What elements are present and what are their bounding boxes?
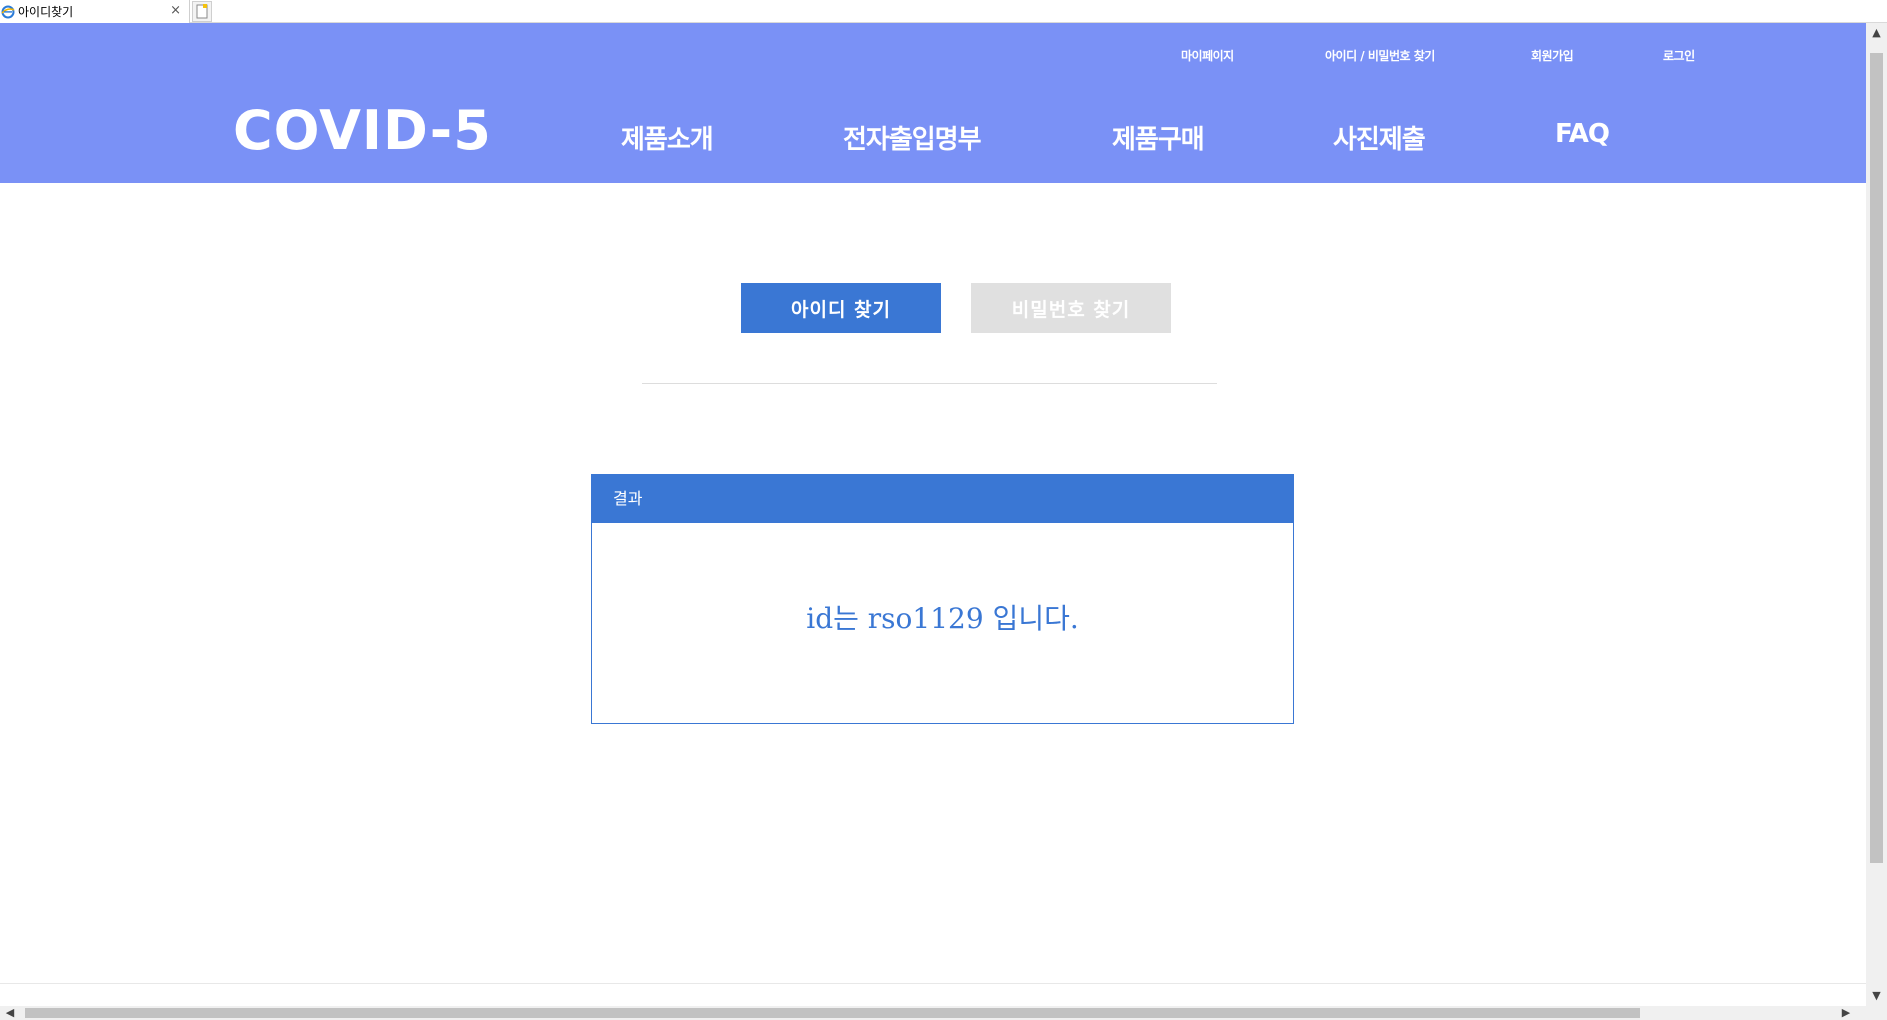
scrollbar-corner (1866, 1006, 1887, 1020)
result-panel: 결과 id는 rso1129 입니다. (591, 474, 1294, 724)
vertical-scroll-thumb[interactable] (1870, 53, 1883, 863)
close-icon[interactable]: × (170, 3, 181, 19)
browser-tab[interactable]: 아이디찾기 × (0, 0, 190, 23)
ie-icon (1, 5, 15, 18)
scroll-up-icon[interactable]: ▲ (1866, 23, 1887, 43)
scroll-right-icon[interactable]: ▶ (1836, 1006, 1856, 1020)
util-link-mypage[interactable]: 마이페이지 (1181, 47, 1234, 64)
nav-item-faq[interactable]: FAQ (1555, 119, 1610, 149)
site-header: 마이페이지 아이디 / 비밀번호 찾기 회원가입 로그인 COVID-5 제품소… (0, 23, 1866, 183)
divider (0, 983, 1866, 984)
result-message: id는 rso1129 입니다. (806, 602, 1079, 635)
find-id-tab-button[interactable]: 아이디 찾기 (741, 283, 941, 333)
util-link-login[interactable]: 로그인 (1663, 47, 1695, 64)
site-logo[interactable]: COVID-5 (233, 99, 492, 162)
util-link-signup[interactable]: 회원가입 (1531, 47, 1574, 64)
horizontal-scroll-thumb[interactable] (25, 1008, 1640, 1018)
nav-item-product-intro[interactable]: 제품소개 (621, 119, 714, 156)
divider (642, 383, 1217, 384)
nav-item-purchase[interactable]: 제품구매 (1112, 119, 1205, 156)
tab-title: 아이디찾기 (18, 5, 74, 19)
result-heading: 결과 (592, 475, 1293, 523)
util-link-find-account[interactable]: 아이디 / 비밀번호 찾기 (1325, 47, 1435, 64)
nav-item-entry-log[interactable]: 전자출입명부 (843, 119, 982, 156)
find-password-tab-button[interactable]: 비밀번호 찾기 (971, 283, 1171, 333)
new-tab-icon (196, 4, 208, 19)
vertical-scrollbar[interactable]: ▲ ▼ (1866, 23, 1887, 1006)
scroll-left-icon[interactable]: ◀ (0, 1006, 20, 1020)
scroll-down-icon[interactable]: ▼ (1866, 986, 1887, 1006)
horizontal-scrollbar[interactable]: ◀ ▶ (0, 1006, 1866, 1020)
nav-item-photo-submit[interactable]: 사진제출 (1333, 119, 1426, 156)
browser-tab-strip: 아이디찾기 × (0, 0, 1887, 23)
new-tab-button[interactable] (192, 1, 212, 22)
